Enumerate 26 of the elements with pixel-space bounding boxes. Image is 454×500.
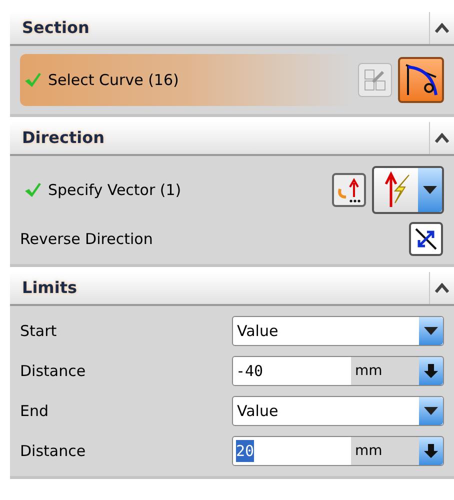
field-label: Start xyxy=(20,320,58,342)
section-title: Direction xyxy=(21,127,106,149)
caret-icon xyxy=(424,407,438,415)
section-title: Section xyxy=(21,17,90,39)
selection-step[interactable]: Specify Vector (1) xyxy=(20,164,326,216)
field-label: End xyxy=(20,400,50,422)
field-label: Distance xyxy=(20,440,87,462)
vector-type-dropdown[interactable] xyxy=(372,166,444,214)
section-header[interactable]: Limits xyxy=(10,272,454,306)
caret-icon xyxy=(423,186,437,194)
checkmark-icon xyxy=(24,182,42,198)
checkmark-icon xyxy=(24,72,42,88)
caret-icon xyxy=(424,327,438,335)
section-header[interactable]: Section xyxy=(10,12,454,46)
vector-arrow-icon xyxy=(336,177,362,203)
section-title: Limits xyxy=(21,277,78,299)
dropdown[interactable]: Value xyxy=(232,396,444,426)
vector-dialog-button[interactable] xyxy=(332,173,366,207)
field-label: Distance xyxy=(20,360,87,382)
field-label: Reverse Direction xyxy=(20,228,154,250)
curve-button[interactable] xyxy=(398,57,444,103)
dropdown[interactable]: Value xyxy=(232,316,444,346)
grid-pencil-icon xyxy=(363,68,387,92)
reverse-arrows-icon xyxy=(413,226,439,252)
section-header[interactable]: Direction xyxy=(10,122,454,156)
reverse-direction-button[interactable] xyxy=(409,222,443,256)
